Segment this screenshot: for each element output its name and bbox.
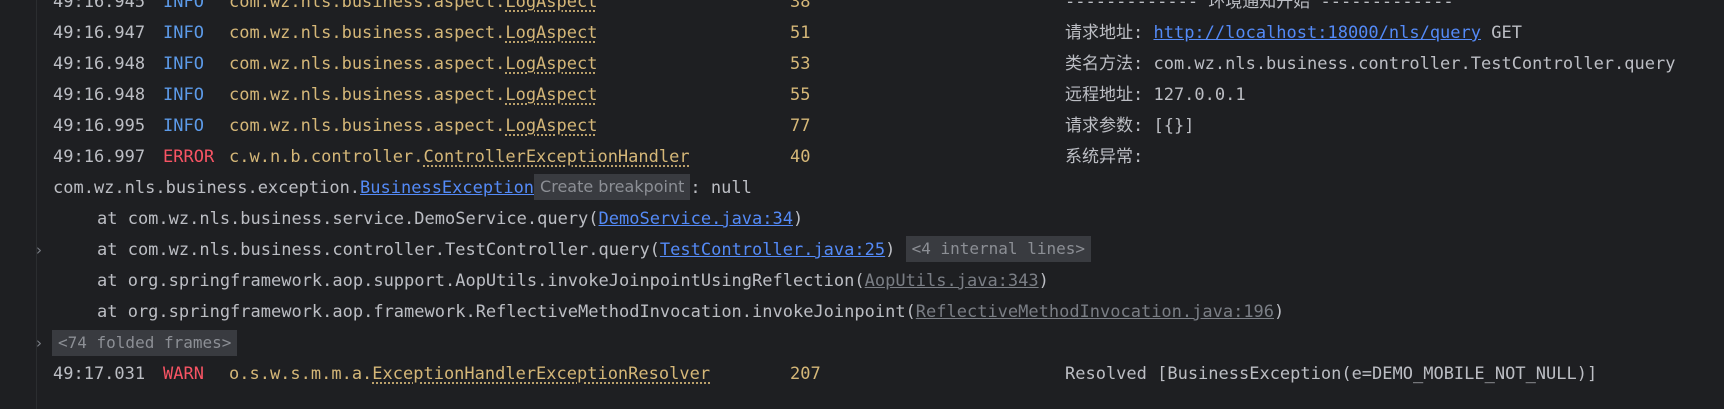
logger-class-link[interactable]: ControllerExceptionHandler <box>423 147 689 167</box>
stack-frame-method: at org.springframework.aop.support.AopUt… <box>97 271 865 291</box>
log-logger: o.s.w.s.m.m.a.ExceptionHandlerExceptionR… <box>229 359 710 390</box>
logger-class-link[interactable]: LogAspect <box>505 0 597 12</box>
log-line-number: 207 <box>790 364 821 384</box>
log-logger: com.wz.nls.business.aspect.LogAspect <box>229 49 597 80</box>
log-logger: com.wz.nls.business.aspect.LogAspect <box>229 0 597 18</box>
logger-package: c.w.n.b.controller. <box>229 147 424 167</box>
log-time: 49:16.945 <box>53 0 146 12</box>
stack-frame-method: at org.springframework.aop.framework.Ref… <box>97 302 916 322</box>
log-level: INFO <box>163 0 204 12</box>
logger-class-link[interactable]: LogAspect <box>505 116 597 136</box>
log-level: INFO <box>163 23 204 43</box>
log-line-number: 53 <box>790 54 811 74</box>
exception-line: com.wz.nls.business.exception.BusinessEx… <box>0 173 1724 204</box>
source-file-link[interactable]: ReflectiveMethodInvocation.java:196 <box>916 302 1274 322</box>
log-line: 49:17.031 WARN o.s.w.s.m.m.a.ExceptionHa… <box>0 359 1724 390</box>
log-line-number: 55 <box>790 85 811 105</box>
log-line: 49:16.948 INFO com.wz.nls.business.aspec… <box>0 80 1724 111</box>
chevron-right-icon[interactable]: › <box>36 328 42 359</box>
stack-frame-method: at com.wz.nls.business.service.DemoServi… <box>97 209 599 229</box>
logger-package: com.wz.nls.business.aspect. <box>229 85 506 105</box>
log-level: INFO <box>163 85 204 105</box>
stack-frame: at com.wz.nls.business.service.DemoServi… <box>0 204 1724 235</box>
stack-frame: at org.springframework.aop.framework.Ref… <box>0 297 1724 328</box>
logger-class-link[interactable]: LogAspect <box>505 54 597 74</box>
logger-package: com.wz.nls.business.aspect. <box>229 54 506 74</box>
exception-package: com.wz.nls.business.exception. <box>53 178 361 198</box>
log-message: 类名方法: com.wz.nls.business.controller.Tes… <box>1065 54 1676 74</box>
log-line-number: 38 <box>790 0 811 12</box>
log-level: INFO <box>163 116 204 136</box>
log-level: WARN <box>163 364 204 384</box>
logger-class-link[interactable]: ExceptionHandlerExceptionResolver <box>372 364 710 384</box>
log-logger: com.wz.nls.business.aspect.LogAspect <box>229 80 597 111</box>
log-line: 49:16.995 INFO com.wz.nls.business.aspec… <box>0 111 1724 142</box>
log-time: 49:16.948 <box>53 54 146 74</box>
log-logger: c.w.n.b.controller.ControllerExceptionHa… <box>229 142 690 173</box>
log-message: 请求参数: [{}] <box>1065 116 1195 136</box>
stack-frame-text: at org.springframework.aop.framework.Ref… <box>97 297 1284 328</box>
request-url-label: 请求地址: <box>1065 23 1154 43</box>
create-breakpoint-button[interactable]: Create breakpoint <box>534 174 691 200</box>
log-level: ERROR <box>163 147 215 167</box>
log-time: 49:16.948 <box>53 85 146 105</box>
request-method: GET <box>1481 23 1522 43</box>
source-file-link[interactable]: TestController.java:25 <box>660 240 885 260</box>
stack-frame-end: ) <box>885 240 896 260</box>
stack-frame-end: ) <box>1274 302 1285 322</box>
stack-frame-text: at org.springframework.aop.support.AopUt… <box>97 266 1049 297</box>
log-message: 远程地址: 127.0.0.1 <box>1065 85 1246 105</box>
log-line-number: 77 <box>790 116 811 136</box>
source-file-link[interactable]: DemoService.java:34 <box>599 209 793 229</box>
log-line: 49:16.945 INFO com.wz.nls.business.aspec… <box>0 0 1724 18</box>
folded-frames-line: › <74 folded frames> <box>0 328 1724 359</box>
log-message: 系统异常: <box>1065 147 1144 167</box>
chevron-right-icon[interactable]: › <box>36 235 42 266</box>
request-url-link[interactable]: http://localhost:18000/nls/query <box>1153 23 1481 43</box>
run-console: 49:16.945 INFO com.wz.nls.business.aspec… <box>0 0 1724 409</box>
stack-frame-text: at com.wz.nls.business.controller.TestCo… <box>97 235 1091 266</box>
log-message: 请求地址: http://localhost:18000/nls/query G… <box>1065 18 1522 49</box>
stack-frame: at org.springframework.aop.support.AopUt… <box>0 266 1724 297</box>
log-time: 49:16.997 <box>53 147 146 167</box>
exception-message: : null <box>690 178 752 198</box>
stack-frame-end: ) <box>1038 271 1049 291</box>
log-time: 49:16.947 <box>53 23 146 43</box>
log-message: Resolved [BusinessException(e=DEMO_MOBIL… <box>1065 364 1598 384</box>
logger-class-link[interactable]: LogAspect <box>505 23 597 43</box>
log-line-number: 51 <box>790 23 811 43</box>
stack-frame-end: ) <box>792 209 804 229</box>
log-line-number: 40 <box>790 147 811 167</box>
internal-lines-toggle[interactable]: <4 internal lines> <box>905 236 1091 262</box>
log-level: INFO <box>163 54 204 74</box>
logger-package: com.wz.nls.business.aspect. <box>229 116 506 136</box>
log-time: 49:17.031 <box>53 364 146 384</box>
logger-package: com.wz.nls.business.aspect. <box>229 0 506 12</box>
source-file-link[interactable]: AopUtils.java:343 <box>865 271 1039 291</box>
stack-frame: › at com.wz.nls.business.controller.Test… <box>0 235 1724 266</box>
log-message: ------------- 环境通知开始 ------------- <box>1065 0 1454 12</box>
log-line: 49:16.997 ERROR c.w.n.b.controller.Contr… <box>0 142 1724 173</box>
stack-frame-method: at com.wz.nls.business.controller.TestCo… <box>97 240 660 260</box>
logger-package: o.s.w.s.m.m.a. <box>229 364 373 384</box>
log-line: 49:16.947 INFO com.wz.nls.business.aspec… <box>0 18 1724 49</box>
exception-class-link[interactable]: BusinessException <box>360 178 534 198</box>
log-logger: com.wz.nls.business.aspect.LogAspect <box>229 18 597 49</box>
log-time: 49:16.995 <box>53 116 146 136</box>
log-line: 49:16.948 INFO com.wz.nls.business.aspec… <box>0 49 1724 80</box>
logger-package: com.wz.nls.business.aspect. <box>229 23 506 43</box>
exception-text: com.wz.nls.business.exception.BusinessEx… <box>53 173 752 204</box>
folded-frames-toggle[interactable]: <74 folded frames> <box>52 330 238 356</box>
logger-class-link[interactable]: LogAspect <box>505 85 597 105</box>
log-logger: com.wz.nls.business.aspect.LogAspect <box>229 111 597 142</box>
stack-frame-text: at com.wz.nls.business.service.DemoServi… <box>97 204 803 235</box>
